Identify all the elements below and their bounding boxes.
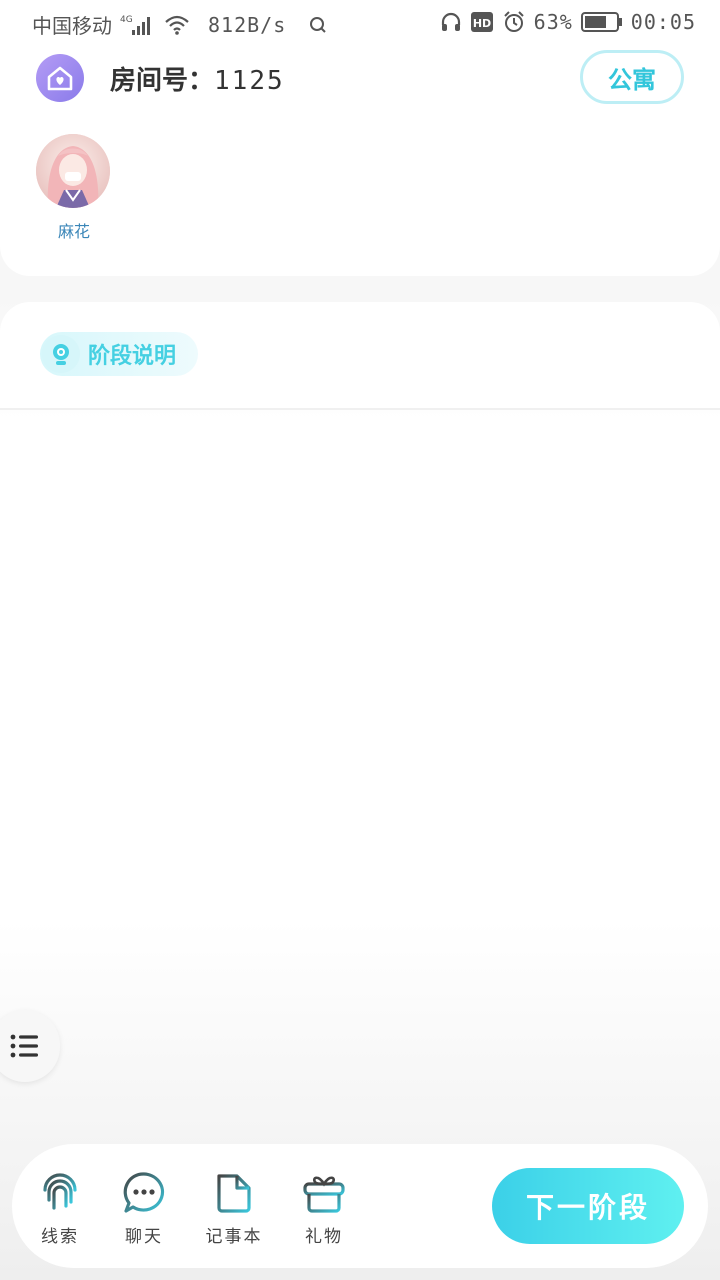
hd-icon: HD: [470, 11, 494, 33]
room-header: 房间号：1125 公寓 麻花: [0, 40, 720, 276]
alarm-icon: [502, 10, 526, 34]
room-number: 1125: [214, 66, 285, 96]
carrier-name: 中国移动: [32, 14, 112, 38]
stage-description-button[interactable]: 阶段说明: [40, 332, 198, 376]
nav-chat-label: 聊天: [125, 1227, 163, 1247]
signal-icon: 4G: [120, 14, 156, 36]
room-number-label: 房间号：1125: [110, 60, 285, 97]
home-icon[interactable]: [36, 54, 84, 102]
network-type: 4G: [120, 15, 133, 25]
wifi-icon: [164, 14, 190, 36]
nav-gift[interactable]: 礼物: [284, 1170, 364, 1247]
avatar[interactable]: [36, 134, 110, 208]
stage-panel: 阶段说明: [0, 302, 720, 410]
battery-percent: 63%: [533, 10, 573, 34]
search-app-icon: [308, 15, 328, 35]
chat-icon: [121, 1170, 167, 1216]
nav-clues-label: 线索: [41, 1227, 79, 1247]
nav-notebook[interactable]: 记事本: [194, 1170, 274, 1247]
list-icon: [10, 1034, 38, 1058]
nav-clues[interactable]: 线索: [20, 1170, 100, 1247]
stage-description-label: 阶段说明: [88, 344, 177, 369]
notebook-icon: [211, 1170, 257, 1216]
camera-icon: [42, 335, 80, 373]
bottom-nav: 线索 聊天 记事本 礼物 下一阶段: [12, 1144, 708, 1268]
fingerprint-icon: [37, 1170, 83, 1216]
nav-notebook-label: 记事本: [205, 1227, 263, 1247]
clock-time: 00:05: [630, 10, 696, 34]
battery-icon: [580, 11, 623, 33]
player-name: 麻花: [57, 222, 90, 241]
player-card[interactable]: 麻花: [36, 134, 112, 242]
gift-icon: [301, 1170, 347, 1216]
menu-list-button[interactable]: [0, 1010, 60, 1082]
apartment-button[interactable]: 公寓: [580, 50, 684, 104]
nav-chat[interactable]: 聊天: [104, 1170, 184, 1247]
nav-gift-label: 礼物: [305, 1227, 343, 1247]
next-stage-button[interactable]: 下一阶段: [492, 1168, 684, 1244]
headphone-icon: [440, 11, 462, 33]
room-label-text: 房间号：: [110, 66, 215, 96]
network-speed: 812B/s: [208, 12, 287, 37]
svg-text:HD: HD: [472, 17, 490, 30]
